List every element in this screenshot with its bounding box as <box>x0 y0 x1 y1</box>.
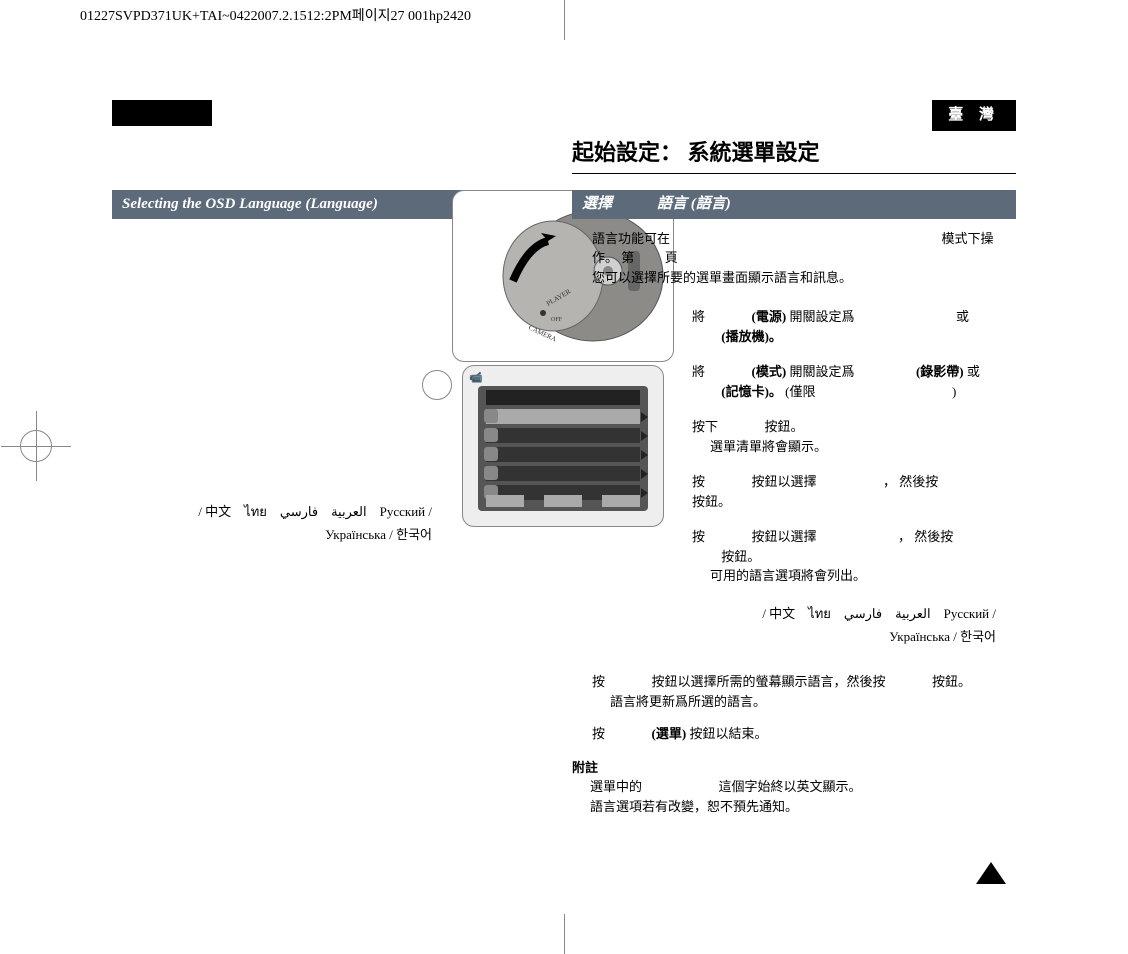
langs-left-1: / 中文 ไทย العربية فارسي Русский / <box>198 504 432 519</box>
s6b: 按鈕以選擇所需的螢幕顯示語言，然後按 <box>652 674 886 689</box>
step-3: 按下 按鈕。 選單清單將會顯示。 <box>692 417 1016 456</box>
s2a: 將 <box>692 364 705 379</box>
crop-mark-bottom <box>564 914 565 954</box>
s5e: 可用的語言選項將會列出。 <box>710 568 866 583</box>
notes: 附註 選單中的 這個字始終以英文顯示。 語言選項若有改變，恕不預先通知。 <box>572 758 1016 817</box>
s5a: 按 <box>692 529 705 544</box>
s1a: 將 <box>692 309 705 324</box>
s1b: (電源) <box>752 309 787 324</box>
n1b: 這個字始終以英文顯示。 <box>719 779 862 794</box>
langs-r-2: Українська / 한국어 <box>889 629 996 644</box>
s2d: (錄影帶) <box>916 364 964 379</box>
page-arrow-icon <box>976 862 1006 884</box>
s7b: (選單) <box>652 726 687 741</box>
s2f: (記憶卡)。 <box>721 384 782 399</box>
right-subhead: 選擇 語言 (語言) <box>572 190 1016 219</box>
s6c: 按鈕。 <box>932 674 971 689</box>
s7a: 按 <box>592 726 605 741</box>
small-circle <box>422 370 452 400</box>
s2e: 或 <box>967 364 980 379</box>
step-7: 按 (選單) 按鈕以結束。 <box>592 724 1016 744</box>
s3a: 按下 <box>692 419 718 434</box>
languages-left: / 中文 ไทย العربية فارسي Русский / Українс… <box>112 500 452 547</box>
intro-2a: 作。 第 <box>592 250 634 265</box>
s4d: 按鈕。 <box>692 494 731 509</box>
s4c: ， 然後按 <box>883 474 938 489</box>
camcorder-icon: 📹 <box>469 370 483 387</box>
s2h: ) <box>952 384 956 399</box>
s6a: 按 <box>592 674 605 689</box>
s1e: (播放機)。 <box>721 329 782 344</box>
step-6: 按 按鈕以選擇所需的螢幕顯示語言，然後按 按鈕。 語言將更新爲所選的語言。 <box>592 672 1016 711</box>
s4b: 按鈕以選擇 <box>752 474 817 489</box>
right-column: 選擇 語言 (語言) 語言功能可在 模式下操 作。 第 頁 您可以選擇所要的選單… <box>572 180 1016 816</box>
s1c: 開關設定爲 <box>789 309 854 324</box>
svg-text:OFF: OFF <box>551 317 563 323</box>
step-2: 將 (模式) 開關設定爲 (錄影帶) 或 (記憶卡)。 (僅限 ) <box>692 362 1016 401</box>
s6d: 語言將更新爲所選的語言。 <box>610 694 766 709</box>
langs-left-2: Українська / 한국어 <box>325 527 432 542</box>
right-title: 起始設定： 系統選單設定 <box>572 136 1016 174</box>
languages-right: / 中文 ไทย العربية فارسي Русский / Українс… <box>752 602 1016 649</box>
s5d: 按鈕。 <box>721 549 760 564</box>
note-2: 語言選項若有改變，恕不預先通知。 <box>590 797 1016 817</box>
s5c: ， 然後按 <box>898 529 953 544</box>
crop-mark-left <box>20 430 52 462</box>
intro-1b: 模式下操 <box>942 231 994 246</box>
header-filepath: 01227SVPD371UK+TAI~0422007.2.1512:2PM페이지… <box>80 6 471 27</box>
s2g: (僅限 <box>785 384 815 399</box>
left-title <box>112 136 552 140</box>
s7c: 按鈕以結束。 <box>689 726 767 741</box>
page-content: 臺 灣 起始設定： 系統選單設定 Selecting the OSD Langu… <box>112 100 1016 914</box>
s2c: 開關設定爲 <box>789 364 854 379</box>
intro-3: 您可以選擇所要的選單畫面顯示語言和訊息。 <box>592 270 852 285</box>
s3c: 選單清單將會顯示。 <box>710 439 827 454</box>
langs-r-1: / 中文 ไทย العربية فارسي Русский / <box>762 606 996 621</box>
note-1: 選單中的 這個字始終以英文顯示。 <box>590 777 1016 797</box>
crop-mark-top <box>564 0 565 40</box>
s2b: (模式) <box>752 364 787 379</box>
black-box-top-left <box>112 100 212 126</box>
step-1: 將 (電源) 開關設定爲 或 (播放機)。 <box>692 307 1016 346</box>
intro-1a: 語言功能可在 <box>592 231 670 246</box>
s4a: 按 <box>692 474 705 489</box>
intro-2b: 頁 <box>665 250 678 265</box>
region-badge: 臺 灣 <box>932 100 1016 131</box>
s3b: 按鈕。 <box>765 419 804 434</box>
step-4: 按 按鈕以選擇 ， 然後按 按鈕。 <box>692 472 1016 511</box>
note-title: 附註 <box>572 758 1016 778</box>
step-5: 按 按鈕以選擇 ， 然後按 按鈕。 可用的語言選項將會列出。 <box>692 527 1016 586</box>
steps: 將 (電源) 開關設定爲 或 (播放機)。 將 (模式) 開關設定爲 (錄影帶)… <box>692 307 1016 648</box>
intro: 語言功能可在 模式下操 作。 第 頁 您可以選擇所要的選單畫面顯示語言和訊息。 <box>592 229 1016 288</box>
s5b: 按鈕以選擇 <box>752 529 817 544</box>
n1a: 選單中的 <box>590 779 642 794</box>
s1d: 或 <box>956 309 969 324</box>
